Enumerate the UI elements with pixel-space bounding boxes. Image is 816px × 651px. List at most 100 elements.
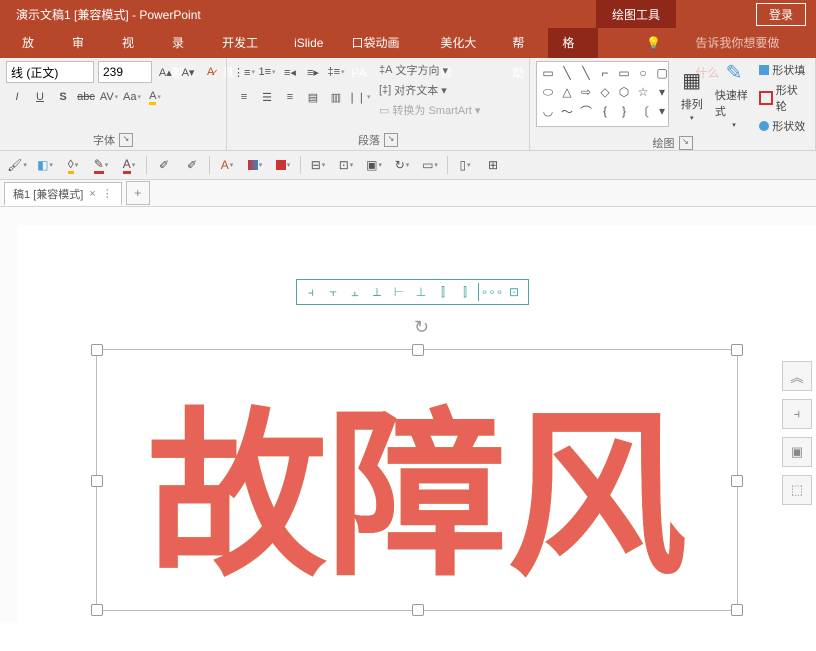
decrease-font-button[interactable]: A▾ — [179, 61, 198, 83]
align-left-button[interactable]: ≡ — [233, 86, 255, 108]
italic-button[interactable]: I — [6, 86, 28, 108]
shape-arc-icon[interactable]: ⌒ — [577, 102, 595, 120]
qat-pane-button[interactable]: ▯ — [454, 155, 476, 175]
align-right-obj-button[interactable]: ⫟ — [322, 283, 344, 301]
shape-oval-icon[interactable]: ○ — [634, 64, 652, 82]
resize-handle-tl[interactable] — [91, 344, 103, 356]
shape-star-icon[interactable]: ☆ — [634, 83, 652, 101]
align-center-h-button[interactable]: ⊢ — [388, 283, 410, 301]
shape-wave-icon[interactable]: 〜 — [558, 102, 576, 120]
justify-button[interactable]: ▤ — [302, 86, 324, 108]
increase-font-button[interactable]: A▴ — [156, 61, 175, 83]
align-left-obj-button[interactable]: ⫞ — [300, 283, 322, 301]
shape-text-box-icon[interactable]: ▭ — [539, 64, 557, 82]
qat-align-button[interactable]: ⊟ — [307, 155, 329, 175]
shape-fill-button[interactable]: 形状填 — [757, 61, 809, 79]
shape-effects-button[interactable]: 形状效 — [757, 117, 809, 135]
shadow-button[interactable]: S — [52, 86, 74, 108]
shape-brace-r-icon[interactable]: } — [615, 102, 633, 120]
add-tab-button[interactable]: + — [126, 181, 150, 205]
selected-textbox[interactable]: 故障风 故障风 故障风 — [96, 349, 738, 611]
panel-align-button[interactable]: ⫞ — [782, 399, 812, 429]
align-top-obj-button[interactable]: ⫠ — [344, 283, 366, 301]
shape-more-icon[interactable]: ▾ — [653, 102, 669, 120]
tab-slideshow[interactable]: 放映 — [8, 28, 58, 58]
contextual-tab-drawing-tools[interactable]: 绘图工具 — [596, 0, 676, 28]
rotation-handle[interactable]: ↻ — [414, 317, 429, 338]
columns-button[interactable]: ❘❘ — [348, 86, 370, 108]
shape-line2-icon[interactable]: ╲ — [577, 64, 595, 82]
shape-scroll-down-icon[interactable]: ▾ — [653, 83, 669, 101]
font-size-input[interactable] — [98, 61, 152, 83]
shape-brace-l-icon[interactable]: { — [596, 102, 614, 120]
shape-triangle-icon[interactable]: △ — [558, 83, 576, 101]
bullets-button[interactable]: ⋮≡ — [233, 61, 255, 83]
panel-select-button[interactable]: ⬚ — [782, 475, 812, 505]
align-center-button[interactable]: ☰ — [256, 86, 278, 108]
align-right-button[interactable]: ≡ — [279, 86, 301, 108]
shape-rect-icon[interactable]: ▭ — [615, 64, 633, 82]
login-button[interactable]: 登录 — [756, 3, 806, 26]
collapse-panel-button[interactable]: ︽ — [782, 361, 812, 391]
qat-paintbrush-button[interactable]: 🖌 — [6, 155, 28, 175]
resize-handle-mr[interactable] — [731, 475, 743, 487]
vertical-ruler[interactable] — [0, 207, 19, 622]
tab-pocket-animation[interactable]: 口袋动画 PA — [337, 28, 426, 58]
increase-indent-button[interactable]: ≡▸ — [302, 61, 324, 83]
qat-swatch1-button[interactable] — [244, 155, 266, 175]
shapes-gallery[interactable]: ▭╲╲⌐▭○▢ ⬭△⇨◇⬡☆▾ ◡〜⌒{}〔▾ — [536, 61, 669, 127]
tab-help[interactable]: 帮助 — [498, 28, 548, 58]
shape-curve-icon[interactable]: ◡ — [539, 102, 557, 120]
tab-developer[interactable]: 开发工具 — [208, 28, 280, 58]
underline-button[interactable]: U — [29, 86, 51, 108]
qat-swatch2-button[interactable] — [272, 155, 294, 175]
tab-format[interactable]: 格式 — [548, 28, 598, 58]
qat-font-color2-button[interactable]: A — [118, 155, 140, 175]
quick-styles-button[interactable]: ✎ 快速样式▾ — [715, 61, 753, 127]
close-tab-icon[interactable]: × — [89, 188, 95, 200]
tab-beautify[interactable]: 美化大师 — [426, 28, 498, 58]
qat-eyedropper2-button[interactable]: ✐ — [181, 155, 203, 175]
shape-hexagon-icon[interactable]: ⬡ — [615, 83, 633, 101]
resize-handle-bl[interactable] — [91, 604, 103, 616]
shape-arrow-icon[interactable]: ⇨ — [577, 83, 595, 101]
align-bottom-obj-button[interactable]: ⟂ — [366, 283, 388, 301]
tab-view[interactable]: 视图 — [108, 28, 158, 58]
shape-outline-button[interactable]: 形状轮 — [757, 81, 809, 115]
align-center-v-button[interactable]: ⊥ — [410, 283, 432, 301]
line-spacing-button[interactable]: ‡≡ — [325, 61, 347, 83]
qat-order-button[interactable]: ▣ — [363, 155, 385, 175]
document-tab[interactable]: 稿1 [兼容模式] × ⋮ — [4, 182, 122, 205]
tab-menu-icon[interactable]: ⋮ — [102, 187, 113, 200]
tab-record[interactable]: 录制 — [158, 28, 208, 58]
tell-me-search[interactable]: 💡 告诉我你想要做什么 — [618, 28, 816, 58]
qat-outline-button[interactable]: ✎ — [90, 155, 112, 175]
distribute-h-button[interactable]: ⫿ — [432, 283, 454, 301]
qat-group-button[interactable]: ⊡ — [335, 155, 357, 175]
horizontal-ruler[interactable] — [18, 207, 816, 226]
numbering-button[interactable]: 1≡ — [256, 61, 278, 83]
shape-rounded-rect-icon[interactable]: ▢ — [653, 64, 669, 82]
spacing-button[interactable]: ∘∘∘ — [481, 283, 503, 301]
resize-handle-tr[interactable] — [731, 344, 743, 356]
font-color-button[interactable]: A — [144, 86, 166, 108]
shape-diamond-icon[interactable]: ◇ — [596, 83, 614, 101]
strikethrough-button[interactable]: abc — [75, 86, 97, 108]
tab-islide[interactable]: iSlide — [280, 28, 337, 58]
paragraph-dialog-launcher[interactable]: ↘ — [384, 133, 398, 147]
match-size-button[interactable]: ⊡ — [503, 283, 525, 301]
qat-rotate-button[interactable]: ↻ — [391, 155, 413, 175]
distribute-v-button[interactable]: ⫿ — [454, 283, 476, 301]
change-case-button[interactable]: Aa — [121, 86, 143, 108]
character-spacing-button[interactable]: AV — [98, 86, 120, 108]
resize-handle-br[interactable] — [731, 604, 743, 616]
convert-smartart-button[interactable]: ▭转换为 SmartArt ▾ — [376, 101, 483, 119]
slide[interactable]: ⫞ ⫟ ⫠ ⟂ ⊢ ⊥ ⫿ ⫿ ∘∘∘ ⊡ ↻ 故障风 故障风 — [18, 225, 816, 622]
distribute-button[interactable]: ▥ — [325, 86, 347, 108]
shape-callout-icon[interactable]: ⬭ — [539, 83, 557, 101]
qat-size-button[interactable]: ▭ — [419, 155, 441, 175]
qat-textcolor-button[interactable]: A — [216, 155, 238, 175]
panel-layers-button[interactable]: ▣ — [782, 437, 812, 467]
font-name-input[interactable] — [6, 61, 94, 83]
shape-line-icon[interactable]: ╲ — [558, 64, 576, 82]
